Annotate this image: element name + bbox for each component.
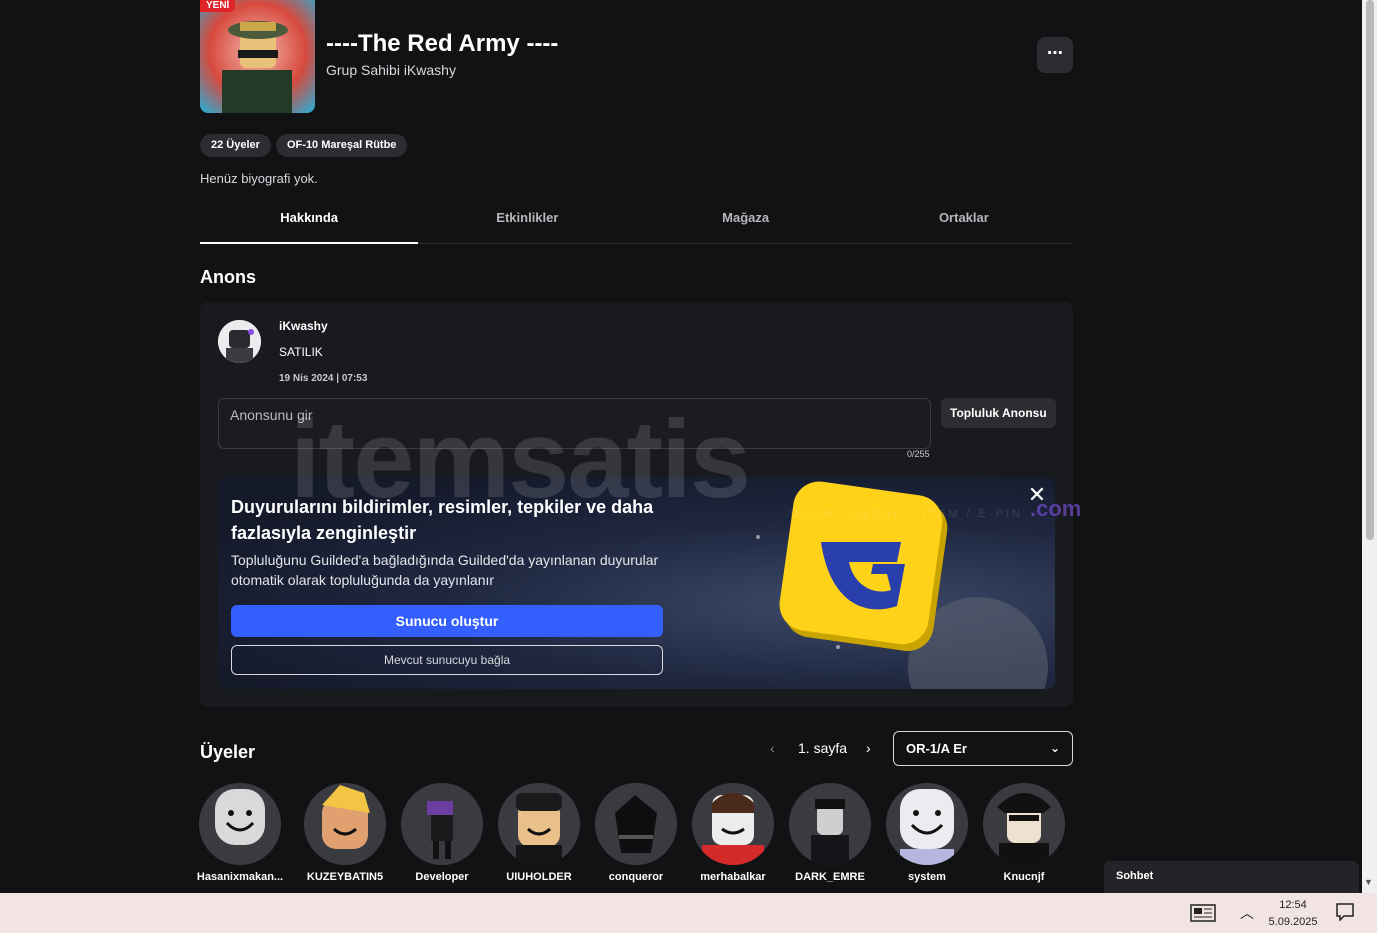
member-name: DARK_EMRE	[795, 871, 865, 883]
member-avatar	[595, 783, 677, 865]
member-avatar	[789, 783, 871, 865]
chevron-down-icon: ⌄	[1049, 741, 1060, 755]
more-icon: ⋯	[1047, 45, 1063, 62]
member-name: conqueror	[608, 871, 664, 883]
scroll-down-icon[interactable]: ▼	[1364, 877, 1373, 887]
tab-partners[interactable]: Ortaklar	[855, 203, 1073, 243]
member-name: merhabalkar	[700, 871, 766, 883]
member-avatar	[401, 783, 483, 865]
member-name: Hasanixmakan...	[196, 871, 284, 883]
chevron-up-icon[interactable]: ︿	[1240, 903, 1254, 923]
community-announcement-button[interactable]: Topluluk Anonsu	[941, 398, 1056, 428]
announcement-author[interactable]: iKwashy	[279, 319, 328, 333]
announcement-text: SATILIK	[279, 345, 323, 359]
member-card[interactable]: merhabalkar	[688, 783, 778, 883]
member-name: Developer	[415, 871, 469, 883]
member-card[interactable]: Knucnjf	[979, 783, 1069, 883]
member-card[interactable]: system	[882, 783, 972, 883]
member-card[interactable]: conqueror	[591, 783, 681, 883]
member-avatar	[199, 783, 281, 865]
next-page-icon[interactable]: ›	[866, 740, 871, 756]
taskbar-date: 5.09.2025	[1268, 916, 1318, 928]
member-card[interactable]: KUZEYBATIN5	[300, 783, 390, 883]
announcement-section-title: Anons	[200, 267, 256, 287]
notification-icon[interactable]	[1336, 903, 1354, 926]
member-name: Knucnjf	[1003, 871, 1045, 883]
taskbar-time: 12:54	[1279, 899, 1307, 911]
new-badge: YENİ	[200, 0, 236, 12]
member-name: UIUHOLDER	[506, 871, 572, 883]
tab-bar: Hakkında Etkinlikler Mağaza Ortaklar	[200, 203, 1073, 244]
member-avatar	[692, 783, 774, 865]
link-existing-server-button[interactable]: Mevcut sunucuyu bağla	[231, 645, 663, 675]
character-counter: 0/255	[907, 449, 930, 459]
promo-description: Topluluğunu Guilded'a bağladığında Guild…	[231, 552, 659, 588]
author-avatar[interactable]	[218, 320, 261, 363]
rank-tag: OF-10 Mareşal Rütbe	[276, 134, 408, 157]
taskbar-clock[interactable]: 12:54 5.09.2025	[1266, 897, 1320, 931]
member-card[interactable]: UIUHOLDER	[494, 783, 584, 883]
taskbar	[0, 893, 1377, 933]
more-options-button[interactable]: ⋯	[1037, 37, 1073, 73]
prev-page-icon[interactable]: ‹	[770, 740, 775, 756]
rank-dropdown[interactable]: OR-1/A Er ⌄	[893, 731, 1073, 766]
chat-label: Sohbet	[1116, 870, 1154, 882]
members-count-tag: 22 Üyeler	[200, 134, 271, 157]
news-widget-icon[interactable]	[1190, 904, 1216, 927]
promo-title: Duyurularını bildirimler, resimler, tepk…	[231, 497, 654, 543]
group-image	[200, 0, 315, 113]
group-owner[interactable]: Grup Sahibi iKwashy	[326, 62, 456, 78]
watermark-tagline: OYUN / HESAP / ITEM / E-PIN	[790, 508, 1023, 520]
members-section-title: Üyeler	[200, 742, 256, 762]
watermark-suffix: .com	[1030, 496, 1082, 521]
tab-about[interactable]: Hakkında	[200, 203, 419, 244]
announcement-date: 19 Nis 2024 | 07:53	[279, 373, 368, 384]
member-avatar	[304, 783, 386, 865]
member-name: system	[908, 871, 946, 883]
page-indicator: 1. sayfa	[798, 740, 848, 756]
member-name: KUZEYBATIN5	[306, 871, 384, 883]
tab-store[interactable]: Mağaza	[637, 203, 855, 243]
scrollbar-thumb[interactable]	[1366, 0, 1374, 540]
create-server-button[interactable]: Sunucu oluştur	[231, 605, 663, 637]
group-title: ----The Red Army ----	[326, 30, 559, 57]
member-avatar	[498, 783, 580, 865]
tab-events[interactable]: Etkinlikler	[418, 203, 636, 243]
member-avatar	[886, 783, 968, 865]
guilded-logo-icon	[821, 542, 905, 610]
chat-panel[interactable]: Sohbet	[1104, 861, 1359, 893]
rank-selected-value: OR-1/A Er	[906, 741, 967, 756]
announcement-placeholder: Anonsunu gir	[230, 407, 313, 423]
group-bio: Henüz biyografi yok.	[200, 171, 318, 186]
member-card[interactable]: DARK_EMRE	[785, 783, 875, 883]
member-card[interactable]: Developer	[397, 783, 487, 883]
member-avatar	[983, 783, 1065, 865]
member-card[interactable]: Hasanixmakan...	[195, 783, 285, 883]
announcement-input[interactable]: Anonsunu gir	[218, 398, 931, 449]
